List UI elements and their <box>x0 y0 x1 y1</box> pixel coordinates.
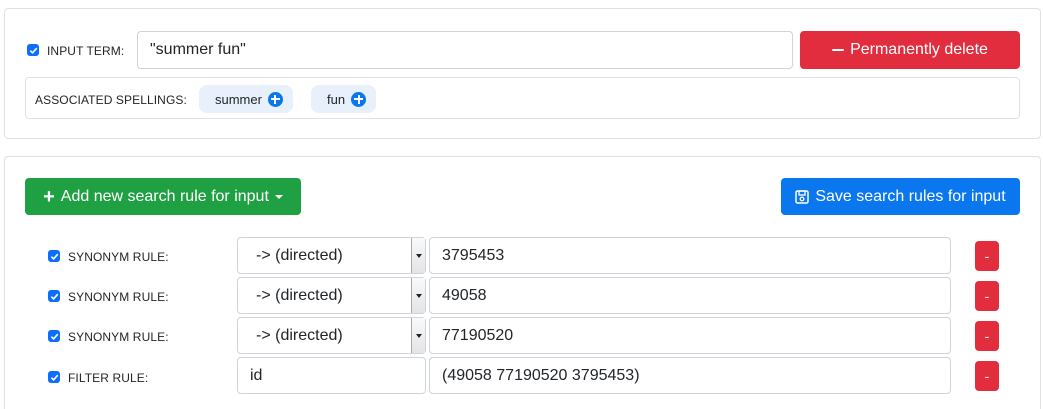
input-term-card: INPUT TERM: "summer fun" Permanently del… <box>4 8 1041 139</box>
rule-checkbox[interactable] <box>48 250 60 262</box>
save-search-rules-label: Save search rules for input <box>815 187 1006 205</box>
checkmark-icon <box>29 47 37 54</box>
rule-type-label: SYNONYM RULE: <box>68 330 169 344</box>
rule-type-label: FILTER RULE: <box>68 371 149 385</box>
synonym-term-value: 77190520 <box>442 326 514 344</box>
rule-type-label: SYNONYM RULE: <box>68 290 169 304</box>
select-arrow-icon <box>411 318 425 353</box>
add-search-rule-button[interactable]: + Add new search rule for input <box>25 178 301 215</box>
permanently-delete-label: Permanently delete <box>850 41 988 58</box>
remove-rule-button[interactable]: - <box>975 361 999 391</box>
select-value: -> (directed) <box>256 246 343 264</box>
input-term-checkbox[interactable] <box>27 44 39 56</box>
checkmark-icon <box>50 293 58 300</box>
synonym-term-value: 49058 <box>442 286 487 304</box>
synonym-term-input[interactable]: 3795453 <box>429 237 951 274</box>
synonym-direction-select[interactable]: -> (directed) <box>237 237 426 274</box>
select-value: -> (directed) <box>256 326 343 344</box>
associated-spellings-label: ASSOCIATED SPELLINGS: <box>35 93 187 107</box>
spelling-chip-fun[interactable]: fun <box>311 85 377 113</box>
filter-term-value: (49058 77190520 3795453) <box>442 366 640 384</box>
synonym-term-value: 3795453 <box>442 246 505 264</box>
rule-type-label: SYNONYM RULE: <box>68 250 169 264</box>
associated-spellings-box: ASSOCIATED SPELLINGS: summer fun <box>25 77 1020 119</box>
synonym-direction-select[interactable]: -> (directed) <box>237 277 426 314</box>
input-term-field[interactable]: "summer fun" <box>137 31 793 69</box>
select-arrow-icon <box>411 278 425 313</box>
input-term-value: "summer fun" <box>150 41 246 58</box>
plus-icon: + <box>43 185 55 208</box>
rule-checkbox[interactable] <box>48 330 60 342</box>
checkmark-icon <box>50 333 58 340</box>
checkmark-icon <box>50 253 58 260</box>
input-term-label: INPUT TERM: <box>47 44 125 58</box>
select-value: -> (directed) <box>256 286 343 304</box>
rule-checkbox[interactable] <box>48 371 60 383</box>
permanently-delete-button[interactable]: Permanently delete <box>800 31 1020 69</box>
minus-icon <box>832 48 845 52</box>
add-spelling-icon[interactable] <box>267 91 283 107</box>
remove-rule-button[interactable]: - <box>975 281 999 311</box>
search-rules-card: + Add new search rule for input Save sea… <box>4 156 1041 409</box>
synonym-direction-select[interactable]: -> (directed) <box>237 317 426 354</box>
filter-term-input[interactable]: (49058 77190520 3795453) <box>429 357 951 394</box>
filter-field-value: id <box>250 366 263 384</box>
remove-rule-button[interactable]: - <box>975 241 999 271</box>
add-search-rule-label: Add new search rule for input <box>60 187 269 205</box>
remove-rule-button[interactable]: - <box>975 321 999 351</box>
rule-checkbox[interactable] <box>48 290 60 302</box>
synonym-term-input[interactable]: 77190520 <box>429 317 951 354</box>
spelling-chip-label: summer <box>215 91 262 107</box>
caret-down-icon <box>274 194 283 199</box>
save-icon <box>795 189 810 204</box>
spelling-chip-summer[interactable]: summer <box>199 85 293 113</box>
save-search-rules-button[interactable]: Save search rules for input <box>781 178 1020 215</box>
synonym-term-input[interactable]: 49058 <box>429 277 951 314</box>
checkmark-icon <box>50 374 58 381</box>
spelling-chip-label: fun <box>327 91 346 107</box>
add-spelling-icon[interactable] <box>351 91 367 107</box>
filter-field-input[interactable]: id <box>237 357 426 394</box>
select-arrow-icon <box>411 238 425 273</box>
